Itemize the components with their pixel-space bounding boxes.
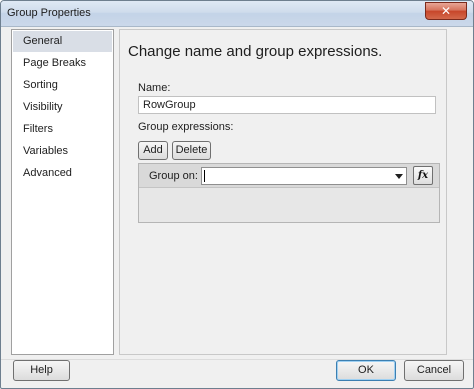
nav-item-sorting[interactable]: Sorting bbox=[13, 75, 112, 96]
window-title: Group Properties bbox=[7, 7, 91, 19]
general-page: Change name and group expressions. Name:… bbox=[119, 29, 447, 355]
nav-item-general[interactable]: General bbox=[13, 31, 112, 52]
page-heading: Change name and group expressions. bbox=[128, 43, 383, 60]
footer-divider bbox=[1, 359, 473, 360]
text-caret bbox=[204, 170, 205, 182]
ok-button[interactable]: OK bbox=[336, 360, 396, 381]
group-properties-dialog: Group Properties ✕ General Page Breaks S… bbox=[0, 0, 474, 389]
help-button[interactable]: Help bbox=[13, 360, 70, 381]
expression-fx-button[interactable]: fx bbox=[413, 166, 433, 185]
property-nav: General Page Breaks Sorting Visibility F… bbox=[11, 29, 114, 355]
name-label: Name: bbox=[138, 82, 171, 94]
group-on-label: Group on: bbox=[149, 170, 198, 182]
group-expressions-label: Group expressions: bbox=[138, 121, 234, 133]
nav-item-advanced[interactable]: Advanced bbox=[13, 163, 112, 184]
group-expressions-grid: Group on: fx bbox=[138, 163, 440, 223]
delete-button[interactable]: Delete bbox=[172, 141, 211, 160]
nav-item-filters[interactable]: Filters bbox=[13, 119, 112, 140]
chevron-down-icon[interactable] bbox=[395, 174, 403, 179]
add-button[interactable]: Add bbox=[138, 141, 168, 160]
name-input[interactable]: RowGroup bbox=[138, 96, 436, 114]
title-bar: Group Properties ✕ bbox=[1, 1, 473, 27]
group-on-combo[interactable] bbox=[201, 167, 407, 185]
nav-item-visibility[interactable]: Visibility bbox=[13, 97, 112, 118]
close-button[interactable]: ✕ bbox=[425, 2, 467, 20]
group-expression-row: Group on: fx bbox=[139, 164, 439, 188]
cancel-button[interactable]: Cancel bbox=[404, 360, 464, 381]
nav-item-page-breaks[interactable]: Page Breaks bbox=[13, 53, 112, 74]
nav-item-variables[interactable]: Variables bbox=[13, 141, 112, 162]
